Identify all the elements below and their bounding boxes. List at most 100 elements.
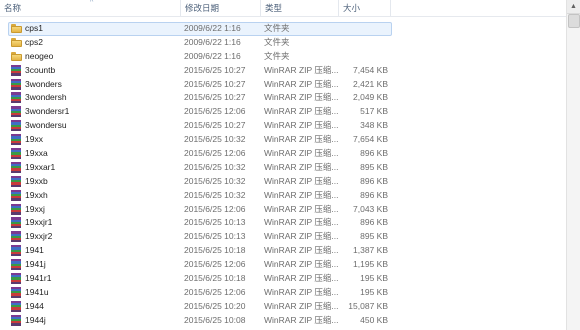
rar-archive-icon (11, 161, 21, 173)
file-size: 1,387 KB (353, 245, 388, 256)
file-row[interactable]: 19xxj 2015/6/25 12:06 WinRAR ZIP 压缩... 7,04… (0, 203, 567, 217)
file-modified-date: 2015/6/25 10:27 (184, 92, 246, 103)
file-modified-date: 2015/6/25 12:06 (184, 259, 246, 270)
column-header-type[interactable]: 类型 (261, 0, 339, 16)
file-type: WinRAR ZIP 压缩... (264, 92, 339, 103)
file-type: WinRAR ZIP 压缩... (264, 259, 339, 270)
file-size: 895 KB (360, 161, 388, 172)
file-name: 1941j (25, 259, 46, 270)
file-row[interactable]: 1944 2015/6/25 10:20 WinRAR ZIP 压缩... 15,08… (0, 300, 567, 314)
file-row[interactable]: 3wonders 2015/6/25 10:27 WinRAR ZIP 压缩... 2… (0, 78, 567, 92)
file-modified-date: 2015/6/25 10:20 (184, 300, 246, 311)
file-size: 896 KB (360, 148, 388, 159)
file-row[interactable]: 19xxh 2015/6/25 10:32 WinRAR ZIP 压缩... 896 … (0, 189, 567, 203)
file-type: WinRAR ZIP 压缩... (264, 231, 339, 242)
file-size: 450 KB (360, 314, 388, 325)
file-type: WinRAR ZIP 压缩... (264, 245, 339, 256)
file-type: WinRAR ZIP 压缩... (264, 134, 339, 145)
rar-archive-icon (11, 314, 21, 326)
file-name: 1941r1 (25, 273, 52, 284)
file-row[interactable]: 3wondersr1 2015/6/25 12:06 WinRAR ZIP 压缩..… (0, 105, 567, 119)
scroll-up-arrow-icon[interactable]: ▲ (567, 0, 580, 14)
file-row[interactable]: 19xxb 2015/6/25 10:32 WinRAR ZIP 压缩... 896 … (0, 175, 567, 189)
file-name: 19xxar1 (25, 161, 56, 172)
vertical-scrollbar[interactable]: ▲ (566, 0, 580, 330)
file-modified-date: 2009/6/22 1:16 (184, 50, 241, 61)
rar-archive-icon (11, 106, 21, 118)
file-modified-date: 2015/6/25 10:08 (184, 314, 246, 325)
file-row[interactable]: cps1 2009/6/22 1:16 文件夹 (0, 22, 567, 36)
file-size: 7,043 KB (353, 203, 388, 214)
file-row[interactable]: neogeo 2009/6/22 1:16 文件夹 (0, 50, 567, 64)
column-header-size[interactable]: 大小 (339, 0, 391, 16)
file-modified-date: 2015/6/25 10:13 (184, 217, 246, 228)
file-name: 1944j (25, 314, 46, 325)
file-row[interactable]: 19xxa 2015/6/25 12:06 WinRAR ZIP 压缩... 896 … (0, 147, 567, 161)
sort-ascending-icon: ^ (90, 0, 94, 6)
rar-archive-icon (11, 175, 21, 187)
file-name: 3countb (25, 64, 56, 75)
file-row[interactable]: 1941r1 2015/6/25 10:18 WinRAR ZIP 压缩... 195… (0, 272, 567, 286)
file-type: WinRAR ZIP 压缩... (264, 64, 339, 75)
file-name: 3wonders (25, 78, 62, 89)
rar-archive-icon (11, 203, 21, 215)
file-size: 15,087 KB (348, 300, 388, 311)
file-row[interactable]: 19xx 2015/6/25 10:32 WinRAR ZIP 压缩... 7,654… (0, 133, 567, 147)
rar-archive-icon (11, 273, 21, 284)
file-name: cps2 (25, 36, 43, 47)
column-header-name[interactable]: 名称 ^ (0, 0, 181, 16)
file-list: cps1 2009/6/22 1:16 文件夹 cps2 2009/6/22 1:16 文… (0, 22, 567, 328)
file-row[interactable]: 1941 2015/6/25 10:18 WinRAR ZIP 压缩... 1,387… (0, 244, 567, 258)
column-header-date-label: 修改日期 (185, 3, 220, 13)
file-name: 1941u (25, 286, 49, 297)
file-size: 896 KB (360, 175, 388, 186)
file-row[interactable]: 3wondersu 2015/6/25 10:27 WinRAR ZIP 压缩...… (0, 119, 567, 133)
file-size: 1,195 KB (353, 259, 388, 270)
file-modified-date: 2015/6/25 10:32 (184, 175, 246, 186)
file-row[interactable]: 1941j 2015/6/25 12:06 WinRAR ZIP 压缩... 1,19… (0, 258, 567, 272)
scrollbar-thumb[interactable] (568, 14, 580, 28)
rar-archive-icon (11, 148, 21, 159)
file-modified-date: 2015/6/25 10:13 (184, 231, 246, 242)
file-row[interactable]: 19xxar1 2015/6/25 10:32 WinRAR ZIP 压缩... 89… (0, 161, 567, 175)
rar-archive-icon (11, 259, 21, 271)
file-type: WinRAR ZIP 压缩... (264, 273, 339, 284)
folder-icon (11, 51, 22, 61)
file-type: WinRAR ZIP 压缩... (264, 300, 339, 311)
file-name: 19xxjr2 (25, 231, 53, 242)
file-row[interactable]: cps2 2009/6/22 1:16 文件夹 (0, 36, 567, 50)
file-size: 7,454 KB (353, 64, 388, 75)
file-size: 2,421 KB (353, 78, 388, 89)
column-header-type-label: 类型 (265, 3, 283, 13)
file-name: 1944 (25, 300, 44, 311)
file-row[interactable]: 1941u 2015/6/25 12:06 WinRAR ZIP 压缩... 195 … (0, 286, 567, 300)
file-type: WinRAR ZIP 压缩... (264, 189, 339, 200)
column-header-bar: 名称 ^ 修改日期 类型 大小 (0, 0, 567, 17)
file-type: WinRAR ZIP 压缩... (264, 106, 339, 117)
file-size: 348 KB (360, 120, 388, 131)
file-row[interactable]: 19xxjr2 2015/6/25 10:13 WinRAR ZIP 压缩... 89… (0, 230, 567, 244)
file-name: 19xxj (25, 203, 45, 214)
rar-archive-icon (11, 286, 21, 298)
file-name: 3wondersr1 (25, 106, 70, 117)
file-modified-date: 2015/6/25 10:32 (184, 134, 246, 145)
file-row[interactable]: 1944j 2015/6/25 10:08 WinRAR ZIP 压缩... 450 … (0, 314, 567, 328)
file-row[interactable]: 19xxjr1 2015/6/25 10:13 WinRAR ZIP 压缩... 89… (0, 216, 567, 230)
file-type: WinRAR ZIP 压缩... (264, 203, 339, 214)
file-name: neogeo (25, 50, 54, 61)
file-type: 文件夹 (264, 36, 290, 47)
file-name: cps1 (25, 23, 43, 33)
file-name: 19xxh (25, 189, 48, 200)
file-size: 895 KB (360, 231, 388, 242)
file-row[interactable]: 3wondersh 2015/6/25 10:27 WinRAR ZIP 压缩...… (0, 91, 567, 105)
file-type: WinRAR ZIP 压缩... (264, 148, 339, 159)
file-type: WinRAR ZIP 压缩... (264, 120, 339, 131)
column-header-date[interactable]: 修改日期 (181, 0, 261, 16)
file-name: 3wondersu (25, 120, 67, 131)
rar-archive-icon (11, 231, 21, 243)
file-row[interactable]: 3countb 2015/6/25 10:27 WinRAR ZIP 压缩... 7,… (0, 64, 567, 78)
rar-archive-icon (11, 92, 21, 104)
file-modified-date: 2015/6/25 10:32 (184, 161, 246, 172)
file-type: WinRAR ZIP 压缩... (264, 161, 339, 172)
rar-archive-icon (11, 120, 21, 132)
